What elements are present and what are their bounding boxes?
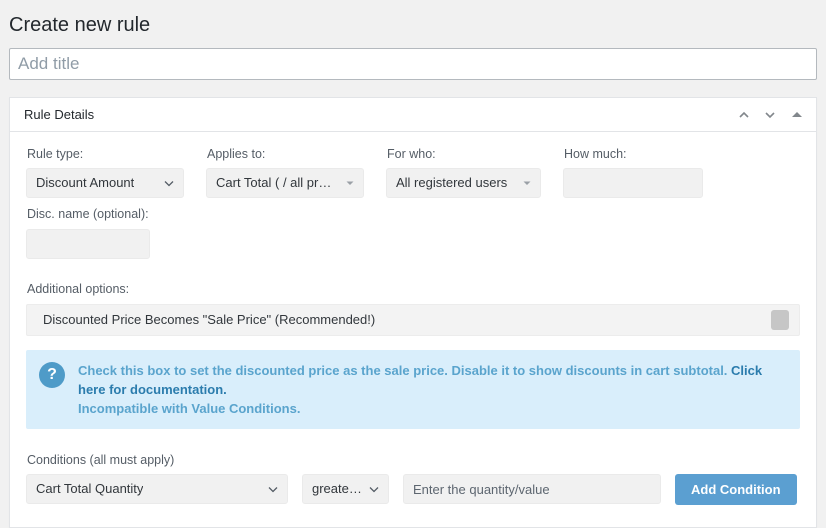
condition-value-input[interactable] bbox=[403, 474, 661, 504]
condition-row: Cart Total Quantity greater (>) Add Cond… bbox=[26, 474, 800, 505]
how-much-field: How much: bbox=[563, 146, 703, 198]
condition-operator-select[interactable]: greater (>) bbox=[302, 474, 389, 504]
info-notice: ? Check this box to set the discounted p… bbox=[26, 350, 800, 429]
sale-price-checkbox[interactable] bbox=[771, 310, 789, 330]
for-who-value: All registered users bbox=[396, 169, 507, 197]
triangle-down-icon bbox=[522, 178, 532, 188]
rule-details-panel: Rule Details Rule type: Discount bbox=[9, 97, 817, 528]
rule-type-field: Rule type: Discount Amount bbox=[26, 146, 184, 198]
collapse-triangle-icon[interactable] bbox=[790, 107, 804, 123]
rule-details-panel-header: Rule Details bbox=[10, 98, 816, 132]
condition-field-select[interactable]: Cart Total Quantity bbox=[26, 474, 288, 504]
rule-type-value: Discount Amount bbox=[36, 169, 134, 197]
info-notice-sentence: Check this box to set the discounted pri… bbox=[78, 363, 731, 378]
additional-options-label: Additional options: bbox=[27, 281, 800, 297]
for-who-label: For who: bbox=[387, 146, 541, 162]
chevron-up-icon[interactable] bbox=[736, 107, 752, 123]
primary-field-row: Rule type: Discount Amount Applies to: C… bbox=[26, 146, 800, 198]
how-much-label: How much: bbox=[564, 146, 703, 162]
rule-type-select[interactable]: Discount Amount bbox=[26, 168, 184, 198]
condition-field-value: Cart Total Quantity bbox=[36, 475, 143, 503]
info-notice-text: Check this box to set the discounted pri… bbox=[78, 361, 786, 418]
question-mark-icon: ? bbox=[39, 362, 65, 388]
disc-name-field: Disc. name (optional): bbox=[26, 206, 150, 258]
condition-operator-value: greater (>) bbox=[312, 475, 362, 503]
chevron-down-icon bbox=[163, 177, 175, 189]
applies-to-label: Applies to: bbox=[207, 146, 364, 162]
how-much-input[interactable] bbox=[563, 168, 703, 198]
page-title: Create new rule bbox=[0, 0, 826, 48]
rule-details-panel-body: Rule type: Discount Amount Applies to: C… bbox=[10, 132, 816, 527]
secondary-field-row: Disc. name (optional): bbox=[26, 206, 800, 258]
for-who-select[interactable]: All registered users bbox=[386, 168, 541, 198]
sale-price-option-label: Discounted Price Becomes "Sale Price" (R… bbox=[43, 312, 375, 327]
applies-to-field: Applies to: Cart Total ( / all produ... bbox=[206, 146, 364, 198]
rule-type-label: Rule type: bbox=[27, 146, 184, 162]
triangle-down-icon bbox=[345, 178, 355, 188]
rule-title-input[interactable] bbox=[9, 48, 817, 80]
title-field-wrapper bbox=[0, 48, 826, 80]
panel-title: Rule Details bbox=[24, 108, 94, 121]
applies-to-value: Cart Total ( / all produ... bbox=[216, 169, 337, 197]
disc-name-label: Disc. name (optional): bbox=[27, 206, 150, 222]
info-notice-sentence-2: Incompatible with Value Conditions. bbox=[78, 401, 300, 416]
chevron-down-icon bbox=[368, 483, 380, 495]
panel-header-actions bbox=[736, 107, 804, 123]
conditions-label: Conditions (all must apply) bbox=[27, 453, 800, 467]
disc-name-input[interactable] bbox=[26, 229, 150, 259]
add-condition-button[interactable]: Add Condition bbox=[675, 474, 797, 505]
chevron-down-icon[interactable] bbox=[762, 107, 778, 123]
sale-price-option-row[interactable]: Discounted Price Becomes "Sale Price" (R… bbox=[26, 304, 800, 336]
for-who-field: For who: All registered users bbox=[386, 146, 541, 198]
applies-to-select[interactable]: Cart Total ( / all produ... bbox=[206, 168, 364, 198]
chevron-down-icon bbox=[267, 483, 279, 495]
